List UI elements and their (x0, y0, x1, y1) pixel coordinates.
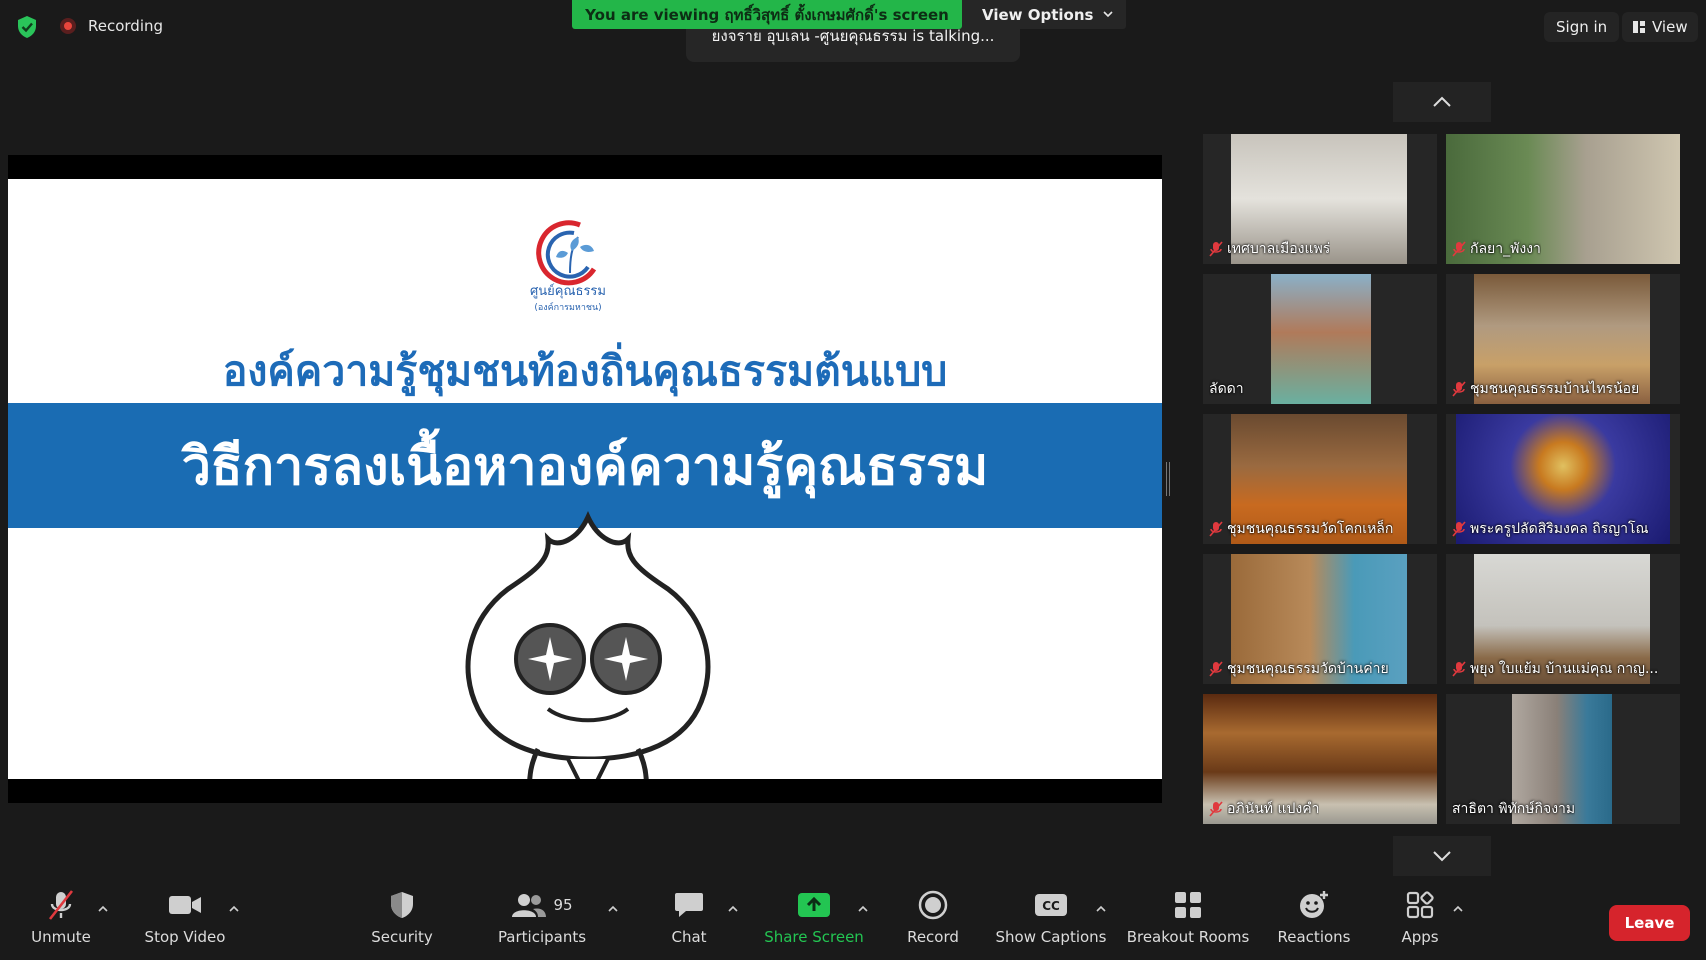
sign-in-button[interactable]: Sign in (1544, 12, 1620, 42)
top-bar: Recording ยงจราย อุบเลน -ศูนยคุณธรรม is … (0, 0, 1706, 62)
share-options-caret-icon[interactable] (857, 904, 869, 914)
participants-button[interactable]: 95 Participants (494, 888, 590, 954)
breakout-rooms-label: Breakout Rooms (1126, 928, 1250, 946)
participant-name: กัลยา_พังงา (1470, 241, 1541, 257)
mic-muted-icon (1452, 521, 1466, 537)
mic-muted-icon (1209, 521, 1223, 537)
view-label: View (1652, 18, 1688, 36)
participant-name: พยุง ใบแย้ม บ้านแม่คุณ กาญ... (1470, 661, 1659, 677)
leave-button[interactable]: Leave (1609, 905, 1690, 941)
apps-label: Apps (1401, 928, 1439, 946)
stop-video-label: Stop Video (144, 928, 226, 946)
participant-tile[interactable]: ชุมชนคุณธรรมวัดบ้านค่าย (1203, 554, 1437, 684)
security-button[interactable]: Security (362, 888, 442, 954)
mic-muted-icon (1452, 241, 1466, 257)
mic-muted-icon (1209, 801, 1223, 817)
participant-tile[interactable]: พระครูปลัดสิริมงคล ถิรญาโณ (1446, 414, 1680, 544)
participant-tile[interactable]: ลัดดา (1203, 274, 1437, 404)
recording-icon (60, 18, 76, 34)
reactions-label: Reactions (1277, 928, 1351, 946)
chat-options-caret-icon[interactable] (727, 904, 739, 914)
chevron-down-icon (1103, 11, 1113, 18)
show-captions-button[interactable]: CC Show Captions (995, 888, 1107, 954)
mic-muted-icon (1209, 241, 1223, 257)
unmute-button[interactable]: Unmute (26, 888, 96, 954)
chat-button[interactable]: Chat (664, 888, 714, 954)
shield-check-icon[interactable] (16, 15, 38, 39)
video-options-caret-icon[interactable] (228, 904, 240, 914)
record-icon (918, 890, 948, 920)
mascot-illustration (465, 510, 711, 779)
breakout-rooms-icon (1175, 892, 1201, 918)
participants-icon (512, 894, 547, 917)
participant-tile[interactable]: ชุมชนคุณธรรมวัดโคกเหล็ก (1203, 414, 1437, 544)
participant-tile[interactable]: พยุง ใบแย้ม บ้านแม่คุณ กาญ... (1446, 554, 1680, 684)
chat-bubble-icon (675, 893, 703, 917)
participant-name: พระครูปลัดสิริมงคล ถิรญาโณ (1470, 521, 1649, 537)
closed-captions-icon: CC (1035, 894, 1067, 916)
participants-count: 95 (553, 896, 573, 914)
unmute-label: Unmute (31, 928, 91, 946)
record-button[interactable]: Record (897, 888, 969, 954)
audio-options-caret-icon[interactable] (97, 904, 109, 914)
participant-tile[interactable]: ชุมชนคุณธรรมบ้านไทรน้อย (1446, 274, 1680, 404)
apps-icon (1406, 891, 1434, 919)
participants-label: Participants (497, 928, 587, 946)
share-screen-button[interactable]: Share Screen (764, 888, 864, 954)
reactions-button[interactable]: Reactions (1272, 888, 1356, 954)
participants-options-caret-icon[interactable] (607, 904, 619, 914)
view-layout-icon (1633, 21, 1645, 33)
participant-name: อภินันท์ แปงคำ (1227, 801, 1320, 817)
logo-subtext: (องค์การมหาชน) (534, 303, 602, 313)
stop-video-button[interactable]: Stop Video (140, 888, 230, 954)
splitter-handle[interactable] (1166, 462, 1170, 496)
participant-name: ลัดดา (1209, 381, 1244, 397)
logo-emblem-icon (536, 220, 597, 286)
participant-name: เทศบาลเมืองแพร่ (1227, 241, 1331, 257)
share-screen-label: Share Screen (764, 928, 864, 946)
chat-label: Chat (671, 928, 707, 946)
view-button[interactable]: View (1622, 12, 1698, 42)
security-label: Security (371, 928, 433, 946)
mic-muted-icon (1452, 661, 1466, 677)
gallery-scroll-down-button[interactable] (1393, 836, 1491, 876)
moral-center-logo: ศูนย์คุณธรรม (องค์การมหาชน) (528, 217, 608, 327)
mic-muted-icon (1452, 381, 1466, 397)
participant-tile[interactable]: เทศบาลเมืองแพร่ (1203, 134, 1437, 264)
record-label: Record (907, 928, 959, 946)
recording-label: Recording (88, 17, 164, 35)
apps-button[interactable]: Apps (1395, 888, 1445, 954)
captions-options-caret-icon[interactable] (1095, 904, 1107, 914)
view-options-button[interactable]: View Options (962, 0, 1126, 29)
participant-name: ชุมชนคุณธรรมบ้านไทรน้อย (1470, 381, 1640, 397)
video-camera-icon (169, 896, 201, 914)
svg-text:CC: CC (1042, 899, 1060, 913)
presentation-slide: ศูนย์คุณธรรม (องค์การมหาชน) องค์ความรู้ช… (8, 179, 1162, 779)
shield-icon (391, 892, 413, 918)
mic-muted-icon (48, 890, 74, 920)
apps-options-caret-icon[interactable] (1452, 904, 1464, 914)
mic-muted-icon (1209, 661, 1223, 677)
reactions-smiley-icon (1300, 891, 1328, 918)
participant-name: สาธิตา พิทักษ์กิจงาม (1452, 801, 1576, 817)
share-screen-icon (798, 893, 830, 917)
logo-text: ศูนย์คุณธรรม (530, 284, 606, 299)
breakout-rooms-button[interactable]: Breakout Rooms (1125, 888, 1251, 954)
participant-tile[interactable]: สาธิตา พิทักษ์กิจงาม (1446, 694, 1680, 824)
show-captions-label: Show Captions (995, 928, 1107, 946)
gallery-scroll-up-button[interactable] (1393, 82, 1491, 122)
view-options-label: View Options (982, 5, 1094, 24)
chevron-up-icon (1433, 96, 1451, 107)
participant-name: ชุมชนคุณธรรมวัดบ้านค่าย (1227, 661, 1389, 677)
slide-title: องค์ความรู้ชุมชนท้องถิ่นคุณธรรมต้นแบบ (222, 347, 948, 395)
shared-screen: ศูนย์คุณธรรม (องค์การมหาชน) องค์ความรู้ช… (8, 155, 1162, 803)
screen-share-banner: You are viewing ฤทธิ์วิสุทธิ์ ตั้งเกษมศั… (572, 0, 962, 29)
participant-tile[interactable]: กัลยา_พังงา (1446, 134, 1680, 264)
participant-tile[interactable]: อภินันท์ แปงคำ (1203, 694, 1437, 824)
chevron-down-icon (1433, 851, 1451, 862)
participant-name: ชุมชนคุณธรรมวัดโคกเหล็ก (1227, 521, 1394, 537)
meeting-toolbar: Unmute Stop Video Security 95 Participan… (0, 880, 1706, 960)
